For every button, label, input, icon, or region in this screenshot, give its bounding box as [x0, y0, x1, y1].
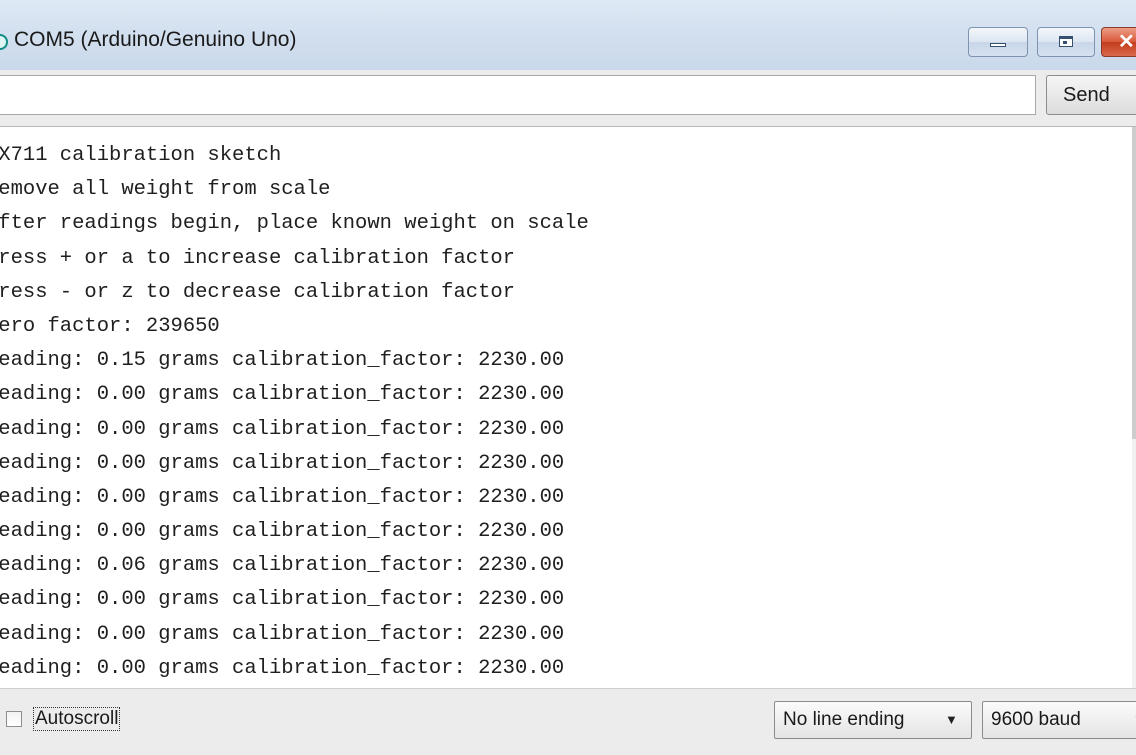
- window-title: COM5 (Arduino/Genuino Uno): [14, 28, 297, 51]
- output-line: Zero factor: 239650: [0, 314, 220, 338]
- maximize-button[interactable]: [1037, 27, 1095, 57]
- output-lines: HX711 calibration sketch Remove all weigh…: [0, 139, 589, 686]
- output-line: Press + or a to increase calibration fac…: [0, 246, 515, 270]
- output-line: Reading: 0.00 grams calibration_factor: …: [0, 485, 565, 509]
- serial-monitor-window: COM5 (Arduino/Genuino Uno) ✕ Send HX711 …: [0, 0, 1136, 755]
- output-line: HX711 calibration sketch: [0, 144, 282, 167]
- output-line: Reading: 0.00 grams calibration_factor: …: [0, 656, 565, 680]
- minimize-icon: [990, 43, 1006, 47]
- close-button[interactable]: ✕: [1101, 27, 1136, 57]
- baud-rate-value: 9600 baud: [991, 709, 1081, 730]
- baud-rate-select[interactable]: 9600 baud ▼: [982, 701, 1136, 739]
- output-line: Reading: 0.06 grams calibration_factor: …: [0, 554, 565, 578]
- output-line: Reading: 0.15 grams calibration_factor: …: [0, 349, 565, 373]
- line-ending-select[interactable]: No line ending ▼: [774, 701, 972, 739]
- minimize-button[interactable]: [968, 27, 1028, 57]
- title-bar[interactable]: COM5 (Arduino/Genuino Uno) ✕: [0, 0, 1136, 70]
- output-line: Reading: 0.00 grams calibration_factor: …: [0, 417, 565, 441]
- send-bar: Send: [0, 70, 1136, 126]
- vertical-scrollbar[interactable]: [1132, 127, 1136, 688]
- serial-output[interactable]: HX711 calibration sketch Remove all weigh…: [0, 126, 1136, 688]
- autoscroll-checkbox[interactable]: [6, 711, 22, 727]
- arduino-icon: [0, 34, 8, 50]
- output-line: Press - or z to decrease calibration fac…: [0, 280, 515, 304]
- output-line: Reading: 0.00 grams calibration_factor: …: [0, 451, 565, 475]
- output-line: Reading: 0.00 grams calibration_factor: …: [0, 383, 565, 407]
- maximize-icon: [1059, 36, 1073, 47]
- line-ending-value: No line ending: [783, 709, 905, 730]
- output-line: Reading: 0.00 grams calibration_factor: …: [0, 588, 565, 612]
- scrollbar-thumb[interactable]: [1132, 127, 1136, 439]
- output-line: After readings begin, place known weight…: [0, 212, 589, 236]
- status-bar: Autoscroll No line ending ▼ 9600 baud ▼: [0, 688, 1136, 755]
- output-line: Reading: 0.00 grams calibration_factor: …: [0, 622, 565, 646]
- chevron-down-icon: ▼: [945, 712, 958, 727]
- output-line: Reading: 0.00 grams calibration_factor: …: [0, 520, 565, 544]
- output-line: Remove all weight from scale: [0, 178, 331, 202]
- autoscroll-label[interactable]: Autoscroll: [33, 707, 121, 731]
- close-icon: ✕: [1118, 31, 1135, 53]
- send-button[interactable]: Send: [1046, 75, 1136, 115]
- serial-input[interactable]: [0, 75, 1036, 115]
